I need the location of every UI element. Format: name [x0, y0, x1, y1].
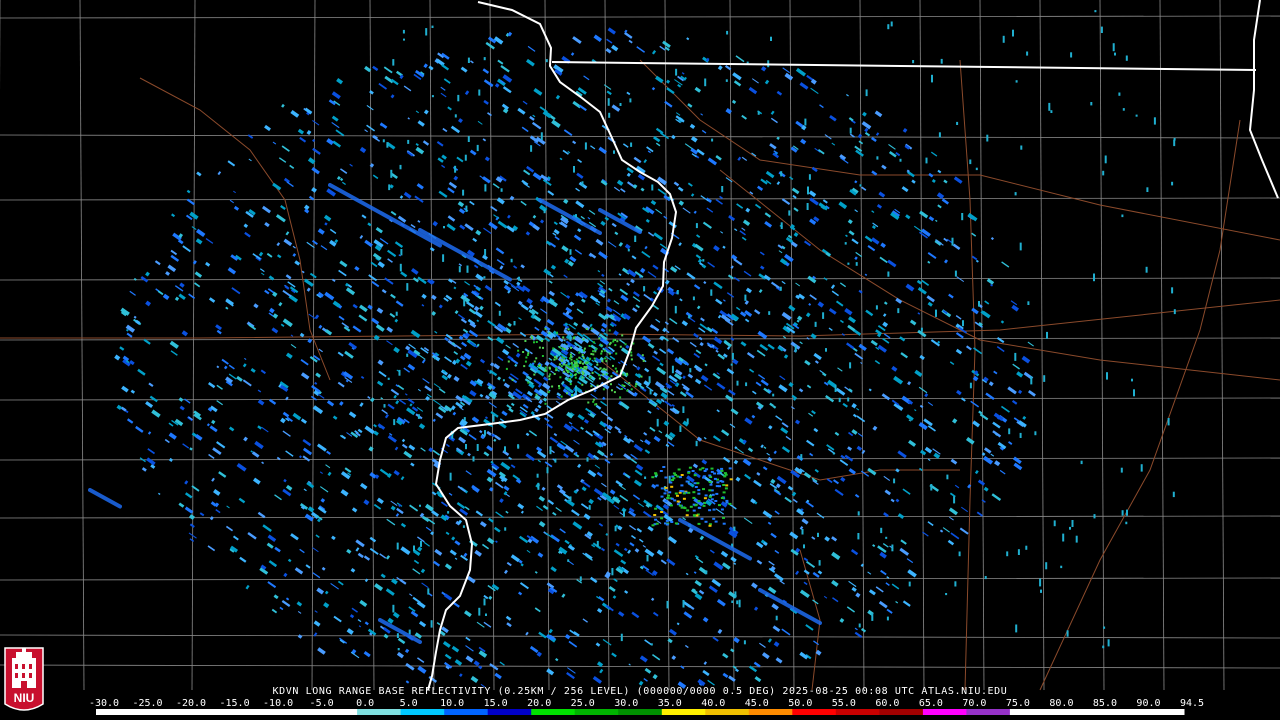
scale-segment: [705, 709, 750, 715]
scale-label: 10.0: [440, 698, 465, 709]
scale-label: -10.0: [263, 698, 294, 709]
scale-segment: [226, 709, 271, 715]
scale-label: -25.0: [132, 698, 163, 709]
scale-label: 65.0: [918, 698, 943, 709]
color-scale-labels: -30.0 -25.0 -20.0 -15.0 -10.0 -5.0 0.0 5.0 10.0 1…: [0, 698, 1280, 709]
radar-product-caption: KDVN LONG RANGE BASE REFLECTIVITY (0.25K…: [272, 686, 1008, 697]
scale-label: 25.0: [570, 698, 595, 709]
scale-label: -5.0: [309, 698, 334, 709]
scale-segment: [792, 709, 837, 715]
scale-segment: [400, 709, 445, 715]
scale-label: 55.0: [831, 698, 856, 709]
scale-segment: [313, 709, 358, 715]
scale-segment: [531, 709, 576, 715]
scale-label: 30.0: [614, 698, 639, 709]
scale-label: 15.0: [483, 698, 508, 709]
scale-label: -15.0: [219, 698, 250, 709]
scale-label: 5.0: [399, 698, 418, 709]
scale-label: 60.0: [875, 698, 900, 709]
reflectivity-color-scale: [96, 709, 1185, 715]
scale-label: 94.5: [1179, 698, 1205, 709]
scale-segment: [444, 709, 489, 715]
scale-label: 45.0: [744, 698, 769, 709]
scale-segment: [618, 709, 663, 715]
scale-segment: [139, 709, 184, 715]
scale-segment: [1009, 709, 1054, 715]
scale-label: -20.0: [175, 698, 207, 709]
scale-label: 75.0: [1005, 698, 1030, 709]
scale-label: 90.0: [1136, 698, 1161, 709]
scale-segment: [96, 709, 140, 715]
scale-label: 35.0: [657, 698, 682, 709]
scale-segment: [835, 709, 880, 715]
scale-label: 50.0: [788, 698, 813, 709]
scale-segment: [922, 709, 967, 715]
scale-segment: [748, 709, 793, 715]
logo-text: NIU: [14, 691, 35, 705]
scale-label: 70.0: [962, 698, 987, 709]
scale-label: 85.0: [1092, 698, 1117, 709]
scale-segment: [574, 709, 619, 715]
scale-label: 20.0: [527, 698, 552, 709]
scale-segment: [661, 709, 706, 715]
scale-segment: [879, 709, 924, 715]
scale-segment: [183, 709, 227, 715]
scale-label: 0.0: [356, 698, 375, 709]
scale-segment: [1140, 709, 1185, 715]
radar-map: [0, 0, 1280, 720]
scale-segment: [966, 709, 1011, 715]
scale-segment: [1053, 709, 1098, 715]
niu-logo: NIU: [3, 646, 45, 716]
scale-label: 80.0: [1049, 698, 1074, 709]
scale-segment: [270, 709, 315, 715]
scale-segment: [1097, 709, 1141, 715]
scale-segment: [487, 709, 532, 715]
scale-segment: [357, 709, 402, 715]
scale-label: -30.0: [88, 698, 120, 709]
scale-label: 40.0: [701, 698, 726, 709]
